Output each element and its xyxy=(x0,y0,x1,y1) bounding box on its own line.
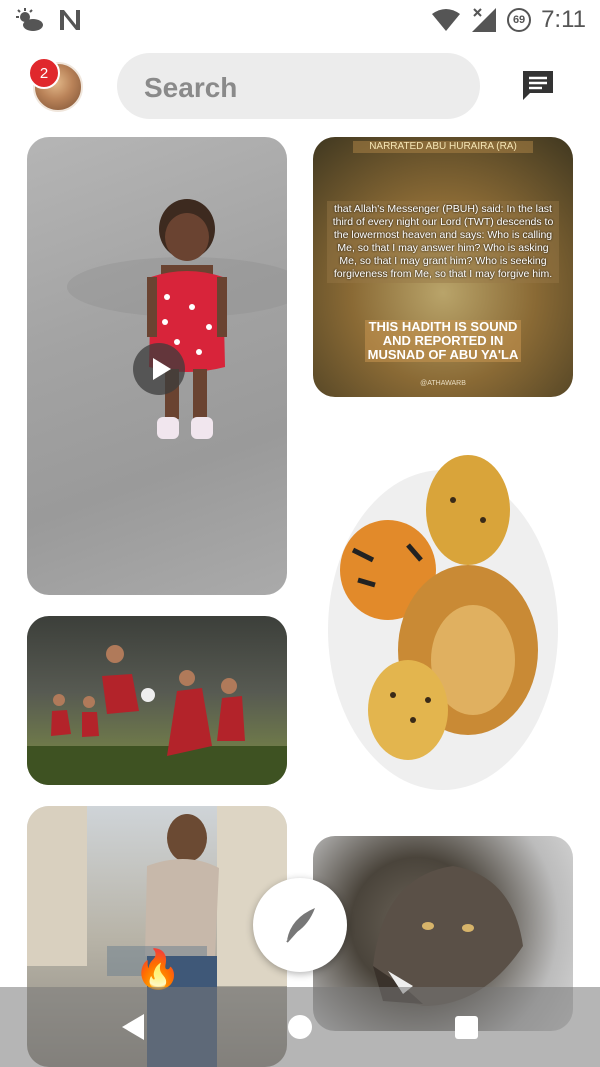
pin-child-video[interactable] xyxy=(27,137,287,595)
pin-kaaba-quote[interactable]: NARRATED ABU HURAIRA (RA) that Allah's M… xyxy=(313,137,573,397)
quote-heading: NARRATED ABU HURAIRA (RA) xyxy=(353,141,533,153)
status-bar: 69 7:11 xyxy=(0,0,600,42)
play-icon[interactable] xyxy=(133,343,185,395)
search-placeholder: Search xyxy=(144,72,238,103)
status-right-icons: 69 7:11 xyxy=(431,6,586,34)
home-icon[interactable] xyxy=(288,1015,312,1039)
quote-footer: THIS HADITH IS SOUND AND REPORTED IN MUS… xyxy=(365,320,521,362)
no-signal-icon xyxy=(472,8,497,32)
messages-icon[interactable] xyxy=(520,68,556,104)
quote-body: that Allah's Messenger (PBUH) said: In t… xyxy=(327,201,559,283)
battery-icon: 69 xyxy=(507,8,532,32)
top-bar: 2 Search xyxy=(0,42,600,134)
monks-figures xyxy=(27,645,287,785)
home-feed-screen: 69 7:11 2 Search NARRATED ABU HURAIRA (R… xyxy=(0,0,600,1067)
system-nav-bar xyxy=(0,987,600,1067)
fire-icon: 🔥 xyxy=(134,949,182,991)
search-input[interactable]: Search xyxy=(117,53,480,119)
pin-monks-football[interactable] xyxy=(27,616,287,785)
battery-level: 69 xyxy=(512,14,526,26)
weather-icon xyxy=(16,8,43,31)
n-notification-icon xyxy=(60,10,80,30)
notification-badge[interactable]: 2 xyxy=(28,57,60,89)
recents-icon[interactable] xyxy=(455,1016,478,1039)
compose-button[interactable] xyxy=(253,878,347,972)
feather-icon xyxy=(286,908,315,943)
back-icon[interactable] xyxy=(122,1014,144,1040)
clock: 7:11 xyxy=(541,6,586,33)
status-left-icons xyxy=(16,8,82,32)
quote-credit: @ATHAWARB xyxy=(420,380,466,387)
big-cats-illustration xyxy=(328,455,558,790)
wifi-icon xyxy=(432,9,461,31)
notification-count: 2 xyxy=(39,64,49,82)
pin-big-cats-art[interactable] xyxy=(313,420,573,815)
